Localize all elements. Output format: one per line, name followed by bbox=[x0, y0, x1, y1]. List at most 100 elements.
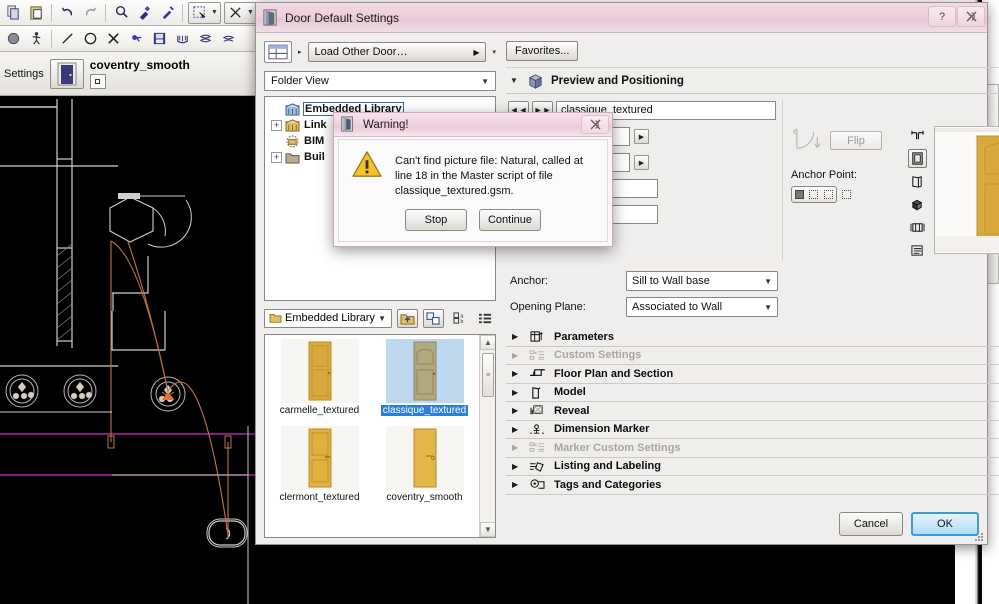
mirror-swing-icon[interactable] bbox=[791, 126, 825, 155]
flip-button[interactable]: Flip bbox=[830, 131, 882, 150]
section-dimension-marker[interactable]: ▶ Dimension Marker bbox=[506, 421, 999, 439]
list-view-icon[interactable] bbox=[475, 309, 496, 328]
anchor-cell-right[interactable] bbox=[824, 190, 834, 199]
section-model[interactable]: ▶ Model bbox=[506, 384, 999, 402]
scroll-up-button[interactable]: ▲ bbox=[480, 335, 495, 350]
section-label: Marker Custom Settings bbox=[554, 441, 681, 454]
chevron-down-icon[interactable]: ▸ bbox=[298, 48, 302, 56]
split-tool-group[interactable]: ▼ bbox=[224, 1, 257, 24]
thumbnail-item[interactable]: carmelle_textured bbox=[267, 339, 372, 426]
section-reveal[interactable]: ▶ Reveal bbox=[506, 402, 999, 421]
node-icon[interactable] bbox=[126, 29, 146, 49]
line-icon[interactable] bbox=[57, 29, 77, 49]
close-x-icon[interactable] bbox=[103, 29, 123, 49]
tree-expander[interactable]: + bbox=[271, 151, 282, 163]
scissors-icon[interactable] bbox=[225, 3, 245, 23]
opening-plane-row: Opening Plane: Associated to Wall ▼ bbox=[508, 294, 999, 320]
resize-grip[interactable] bbox=[973, 531, 985, 543]
parameters-icon bbox=[528, 330, 546, 344]
tree-expander[interactable]: + bbox=[271, 119, 282, 131]
detail-view-icon[interactable] bbox=[423, 308, 444, 328]
copy-icon[interactable] bbox=[3, 3, 23, 23]
close-icon[interactable] bbox=[581, 115, 609, 134]
stop-button[interactable]: Stop bbox=[405, 209, 467, 231]
chevron-right-icon[interactable]: ▶ bbox=[512, 425, 520, 434]
section-view-icon[interactable] bbox=[908, 172, 927, 191]
syringe-icon[interactable] bbox=[157, 3, 177, 23]
linked-library-icon bbox=[285, 118, 300, 132]
warning-title-bar[interactable]: Warning! bbox=[334, 113, 612, 137]
thumbnail-grid: carmelle_textured classique_textured cle… bbox=[265, 335, 479, 537]
scroll-down-button[interactable]: ▼ bbox=[480, 522, 495, 537]
crown-icon[interactable] bbox=[172, 29, 192, 49]
chevron-down-icon[interactable]: ▾ bbox=[492, 48, 496, 56]
redo-icon[interactable] bbox=[80, 3, 100, 23]
chevron-down-icon[interactable]: ▼ bbox=[510, 76, 520, 85]
section-floor-plan-and-section[interactable]: ▶ Floor Plan and Section bbox=[506, 365, 999, 384]
settings-top-bar: Favorites... Default bbox=[506, 39, 999, 63]
tree-expander[interactable] bbox=[271, 136, 282, 147]
chevron-down-icon[interactable]: ▼ bbox=[209, 3, 220, 23]
anchor-point-selector[interactable] bbox=[791, 186, 900, 203]
load-other-door-button[interactable]: Load Other Door… ▶ bbox=[307, 42, 487, 62]
thumbnail-browser[interactable]: carmelle_textured classique_textured cle… bbox=[264, 334, 496, 538]
favorites-button[interactable]: Favorites... bbox=[506, 41, 579, 61]
cancel-button[interactable]: Cancel bbox=[839, 512, 903, 536]
floorplan-view-icon[interactable] bbox=[908, 126, 927, 145]
door-icon[interactable] bbox=[49, 58, 84, 89]
section-label: Floor Plan and Section bbox=[554, 367, 674, 380]
grid-view-icon[interactable] bbox=[264, 41, 292, 63]
chevron-right-icon[interactable]: ▶ bbox=[512, 388, 520, 397]
door-default-settings-dialog: Door Default Settings ? ▸ Load Other Doo… bbox=[255, 2, 999, 545]
section-tags-and-categories[interactable]: ▶ Tags and Categories bbox=[506, 476, 999, 495]
height-stepper-icon[interactable]: ▶ bbox=[634, 155, 649, 170]
section-listing-and-labeling[interactable]: ▶ Listing and Labeling bbox=[506, 458, 999, 476]
chevron-right-icon[interactable]: ▶ bbox=[512, 462, 520, 471]
paste-icon[interactable] bbox=[26, 3, 46, 23]
sort-icon[interactable]: ab bbox=[449, 309, 470, 328]
section-parameters[interactable]: ▶ Parameters bbox=[506, 328, 999, 347]
folder-view-select[interactable]: Folder View ▼ bbox=[264, 71, 496, 91]
opening-plane-select[interactable]: Associated to Wall ▼ bbox=[626, 297, 778, 317]
thumbnail-item[interactable]: classique_textured bbox=[372, 339, 477, 426]
figure-icon[interactable] bbox=[26, 29, 46, 49]
width-stepper-icon[interactable]: ▶ bbox=[634, 129, 649, 144]
detail-view-icon[interactable] bbox=[908, 218, 927, 237]
save-icon[interactable] bbox=[149, 29, 169, 49]
undo-icon[interactable] bbox=[57, 3, 77, 23]
tree-expander[interactable] bbox=[271, 104, 282, 115]
anchor-cell-left[interactable] bbox=[794, 190, 804, 199]
stack-icon[interactable] bbox=[195, 29, 215, 49]
chevron-right-icon[interactable]: ▶ bbox=[512, 369, 520, 378]
continue-button[interactable]: Continue bbox=[479, 209, 541, 231]
marquee-tool-group[interactable]: ▼ bbox=[188, 1, 221, 24]
scrollbar-thumb[interactable]: ≡ bbox=[482, 353, 494, 397]
close-icon[interactable] bbox=[957, 6, 985, 27]
anchor-point-group[interactable] bbox=[791, 186, 837, 203]
marquee-icon[interactable] bbox=[189, 3, 209, 23]
chevron-right-icon[interactable]: ▶ bbox=[512, 332, 520, 341]
stack2-icon[interactable] bbox=[218, 29, 238, 49]
elevation-view-icon[interactable] bbox=[907, 149, 927, 168]
list-view-icon[interactable] bbox=[908, 241, 927, 260]
chevron-right-icon[interactable]: ▶ bbox=[512, 406, 520, 415]
folder-path-select[interactable]: Embedded Library ▼ bbox=[264, 308, 392, 328]
anchor-cell-center[interactable] bbox=[809, 190, 819, 199]
3d-view-icon[interactable] bbox=[908, 195, 927, 214]
up-folder-icon[interactable] bbox=[397, 308, 418, 328]
element-thumb-toggle[interactable] bbox=[89, 74, 106, 89]
dialog-title-bar[interactable]: Door Default Settings ? bbox=[256, 3, 987, 33]
anchor-cell-extra[interactable] bbox=[842, 190, 851, 199]
thumbnail-scrollbar[interactable]: ▲ ≡ ▼ bbox=[479, 335, 495, 537]
zoom-icon[interactable] bbox=[111, 3, 131, 23]
circle-icon[interactable] bbox=[80, 29, 100, 49]
section-preview-and-positioning[interactable]: ▼ Preview and Positioning bbox=[506, 68, 999, 94]
thumbnail-item[interactable]: clermont_textured bbox=[267, 426, 372, 513]
chevron-right-icon[interactable]: ▶ bbox=[512, 480, 520, 489]
ok-button[interactable]: OK bbox=[911, 512, 979, 536]
sphere-icon[interactable] bbox=[3, 29, 23, 49]
eyedropper-icon[interactable] bbox=[134, 3, 154, 23]
anchor-select[interactable]: Sill to Wall base ▼ bbox=[626, 271, 778, 291]
thumbnail-item[interactable]: coventry_smooth bbox=[372, 426, 477, 513]
help-button[interactable]: ? bbox=[928, 6, 956, 27]
